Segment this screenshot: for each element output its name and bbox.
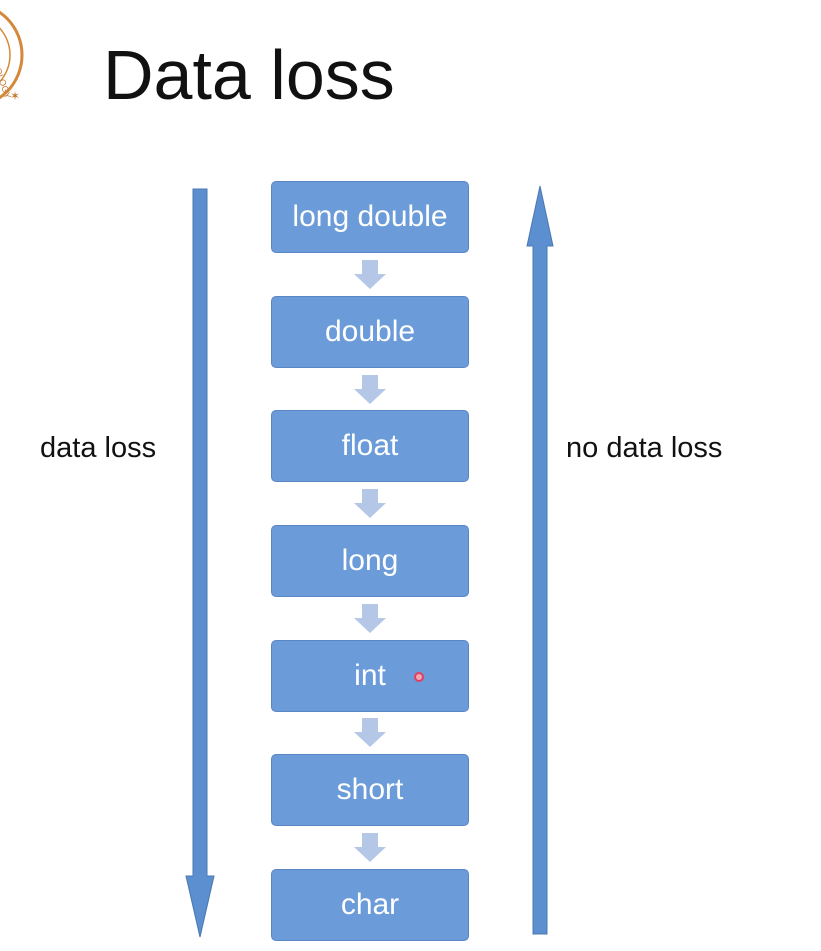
type-box-int: int — [271, 640, 469, 712]
connector-arrow-3 — [354, 489, 386, 518]
type-box-double: double — [271, 296, 469, 368]
connector-arrow-1 — [354, 260, 386, 289]
type-box-long: long — [271, 525, 469, 597]
connector-arrow-5 — [354, 718, 386, 747]
laser-pointer-dot — [414, 672, 424, 682]
connector-arrow-6 — [354, 833, 386, 862]
connector-arrow-4 — [354, 604, 386, 633]
type-box-float: float — [271, 410, 469, 482]
up-arrow-icon — [526, 185, 554, 935]
connector-arrow-2 — [354, 375, 386, 404]
type-box-char: char — [271, 869, 469, 941]
down-arrow-icon — [185, 188, 215, 938]
type-box-long-double: long double — [271, 181, 469, 253]
type-box-short: short — [271, 754, 469, 826]
